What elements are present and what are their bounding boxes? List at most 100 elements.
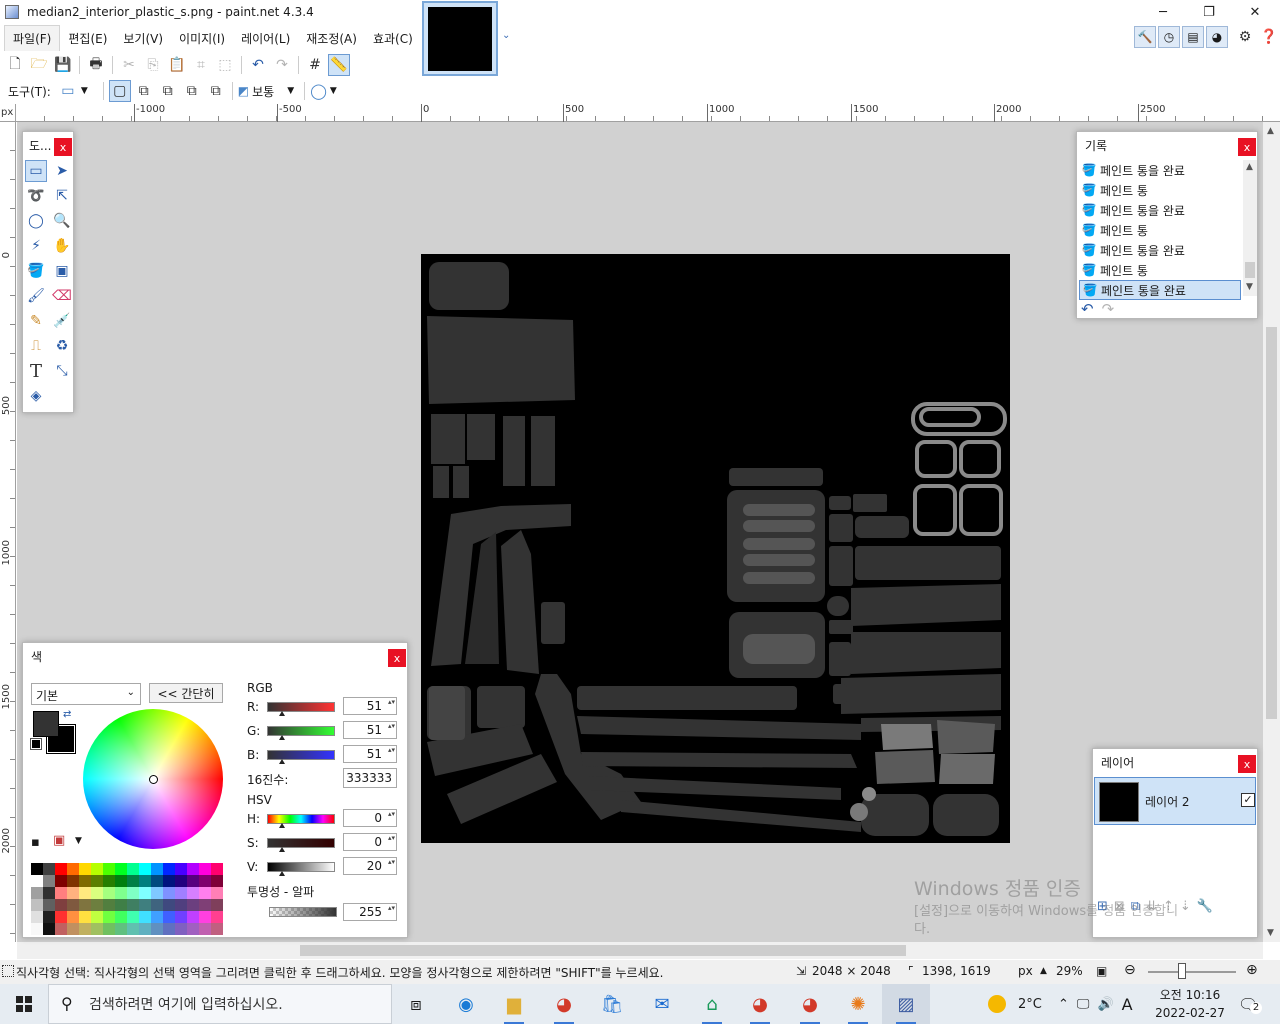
- clone-stamp-icon[interactable]: ⎍: [25, 335, 47, 357]
- zoom-to-window-icon[interactable]: ▣: [1096, 964, 1107, 978]
- tools-window-close-button[interactable]: x: [54, 138, 72, 156]
- new-file-icon[interactable]: 🗋: [4, 54, 26, 76]
- menu-effects[interactable]: 효과(C): [365, 25, 421, 51]
- layers-window-close-button[interactable]: x: [1238, 755, 1256, 773]
- grid-icon[interactable]: #: [304, 54, 326, 76]
- selection-mode-union-icon[interactable]: ⧉: [133, 80, 155, 102]
- history-item[interactable]: 🪣 페인트 통을 완료: [1079, 240, 1241, 260]
- task-view-icon[interactable]: ⧈: [392, 984, 440, 1024]
- paintnet-taskbar-icon[interactable]: ▨: [882, 984, 930, 1024]
- pan-hand-icon[interactable]: ✋: [51, 235, 73, 257]
- color-picker-icon[interactable]: 💉: [51, 310, 73, 332]
- layer-properties-icon[interactable]: 🔧: [1197, 899, 1213, 914]
- redo-icon[interactable]: ↷: [271, 54, 293, 76]
- current-tool-rect-select-icon[interactable]: ▭: [57, 80, 79, 102]
- history-undo-icon[interactable]: ↶: [1081, 300, 1094, 318]
- blue-track[interactable]: [267, 750, 335, 764]
- layers-toggle-icon[interactable]: ▤: [1182, 26, 1204, 48]
- red-slider[interactable]: R:: [247, 697, 335, 717]
- color-wheel[interactable]: [83, 709, 223, 849]
- blue-slider[interactable]: B:: [247, 745, 335, 765]
- menu-adjustments[interactable]: 재조정(A): [298, 25, 365, 51]
- reset-colors-icon[interactable]: [30, 738, 42, 750]
- selection-mode-replace-icon[interactable]: ▢: [108, 80, 131, 102]
- history-window-close-button[interactable]: x: [1238, 138, 1256, 156]
- simple-mode-button[interactable]: << 간단히: [149, 683, 223, 703]
- crop-icon[interactable]: ⌗: [190, 54, 212, 76]
- chevron-down-icon[interactable]: ▼: [75, 836, 82, 846]
- menu-file[interactable]: 파일(F): [4, 25, 61, 51]
- copy-icon[interactable]: ⎘: [142, 54, 164, 76]
- zoom-slider[interactable]: [1148, 971, 1236, 973]
- eraser-icon[interactable]: ⌫: [51, 285, 73, 307]
- saturation-track[interactable]: [267, 838, 335, 852]
- paintbrush-icon[interactable]: 🖌: [25, 285, 47, 307]
- selection-mode-invert-icon[interactable]: ⧉: [205, 80, 227, 102]
- history-item-selected[interactable]: 🪣 페인트 통을 완료: [1079, 280, 1241, 300]
- blend-mode-dropdown[interactable]: ◩ 보통 ▼: [238, 83, 294, 100]
- add-to-palette-icon[interactable]: ▪: [31, 835, 40, 850]
- zoom-in-icon[interactable]: ⊕: [1246, 962, 1258, 978]
- swap-colors-icon[interactable]: ⇄: [63, 709, 71, 720]
- open-folder-icon[interactable]: 🗁: [28, 54, 50, 76]
- red-input[interactable]: 51: [343, 697, 397, 715]
- hue-slider[interactable]: H:: [247, 809, 335, 829]
- selection-mode-intersect-icon[interactable]: ⧉: [181, 80, 203, 102]
- paint-bucket-icon[interactable]: 🪣: [25, 260, 47, 282]
- alpha-slider[interactable]: [269, 907, 337, 917]
- color-wheel-marker[interactable]: [149, 775, 158, 784]
- layer-visibility-checkbox[interactable]: ✓: [1241, 793, 1255, 807]
- green-track[interactable]: [267, 726, 335, 740]
- zoom-out-icon[interactable]: ⊖: [1124, 962, 1136, 978]
- colors-toggle-icon[interactable]: ◕: [1206, 26, 1228, 48]
- chrome-icon-2[interactable]: ◕: [736, 984, 784, 1024]
- map-app-icon[interactable]: ⌂: [688, 984, 736, 1024]
- settings-gear-icon[interactable]: ⚙: [1234, 26, 1256, 48]
- start-button[interactable]: [0, 984, 48, 1024]
- chrome-icon[interactable]: ◕: [540, 984, 588, 1024]
- saturation-input[interactable]: 0: [343, 833, 397, 851]
- save-icon[interactable]: 💾: [52, 54, 74, 76]
- move-selected-pixels-icon[interactable]: ➤: [51, 160, 73, 182]
- maximize-button[interactable]: ❐: [1186, 0, 1232, 24]
- tools-toggle-icon[interactable]: 🔨: [1134, 26, 1156, 48]
- store-icon[interactable]: 🛍: [588, 984, 636, 1024]
- saturation-slider[interactable]: S:: [247, 833, 335, 853]
- edge-browser-icon[interactable]: ◉: [442, 984, 490, 1024]
- selection-mode-exclude-icon[interactable]: ⧉: [157, 80, 179, 102]
- tool-dropdown-arrow-icon[interactable]: ▼: [81, 86, 88, 96]
- units-value[interactable]: px: [1018, 964, 1033, 978]
- move-layer-down-icon[interactable]: ⇣: [1180, 899, 1191, 914]
- taskbar-clock[interactable]: 오전 10:16 2022-02-27: [1150, 986, 1230, 1022]
- rectangle-select-icon[interactable]: ▭: [25, 160, 47, 182]
- hue-input[interactable]: 0: [343, 809, 397, 827]
- volume-icon[interactable]: 🔊: [1097, 997, 1113, 1012]
- line-curve-icon[interactable]: ⤡: [51, 360, 73, 382]
- gradient-icon[interactable]: ▣: [51, 260, 73, 282]
- pencil-icon[interactable]: ✎: [25, 310, 47, 332]
- history-scrollbar[interactable]: ▲ ▼: [1243, 160, 1257, 296]
- chrome-icon-3[interactable]: ◕: [786, 984, 834, 1024]
- zoom-value[interactable]: 29%: [1056, 964, 1083, 978]
- history-item[interactable]: 🪣 페인트 통: [1079, 220, 1241, 240]
- ime-indicator[interactable]: A: [1122, 995, 1133, 1014]
- primary-color-swatch[interactable]: [33, 711, 59, 737]
- palette-select[interactable]: 기본 ⌄: [31, 683, 141, 705]
- move-selection-icon[interactable]: ⇱: [51, 185, 73, 207]
- paste-icon[interactable]: 📋: [166, 54, 188, 76]
- value-input[interactable]: 20: [343, 857, 397, 875]
- taskbar-search-box[interactable]: ⚲ 검색하려면 여기에 입력하십시오.: [48, 984, 392, 1024]
- history-redo-icon[interactable]: ↷: [1102, 300, 1115, 318]
- vertical-scroll-thumb[interactable]: [1266, 327, 1277, 719]
- menu-image[interactable]: 이미지(I): [171, 25, 233, 51]
- recolor-icon[interactable]: ♻: [51, 335, 73, 357]
- palette-menu-icon[interactable]: ▣: [53, 833, 65, 848]
- blender-icon[interactable]: ✺: [834, 984, 882, 1024]
- text-icon[interactable]: T: [25, 360, 47, 382]
- print-icon[interactable]: 🖶: [85, 54, 107, 76]
- menu-view[interactable]: 보기(V): [115, 25, 171, 51]
- history-toggle-icon[interactable]: ◷: [1158, 26, 1180, 48]
- file-explorer-icon[interactable]: ▆: [490, 984, 538, 1024]
- magic-wand-icon[interactable]: ⚡: [25, 235, 47, 257]
- blue-input[interactable]: 51: [343, 745, 397, 763]
